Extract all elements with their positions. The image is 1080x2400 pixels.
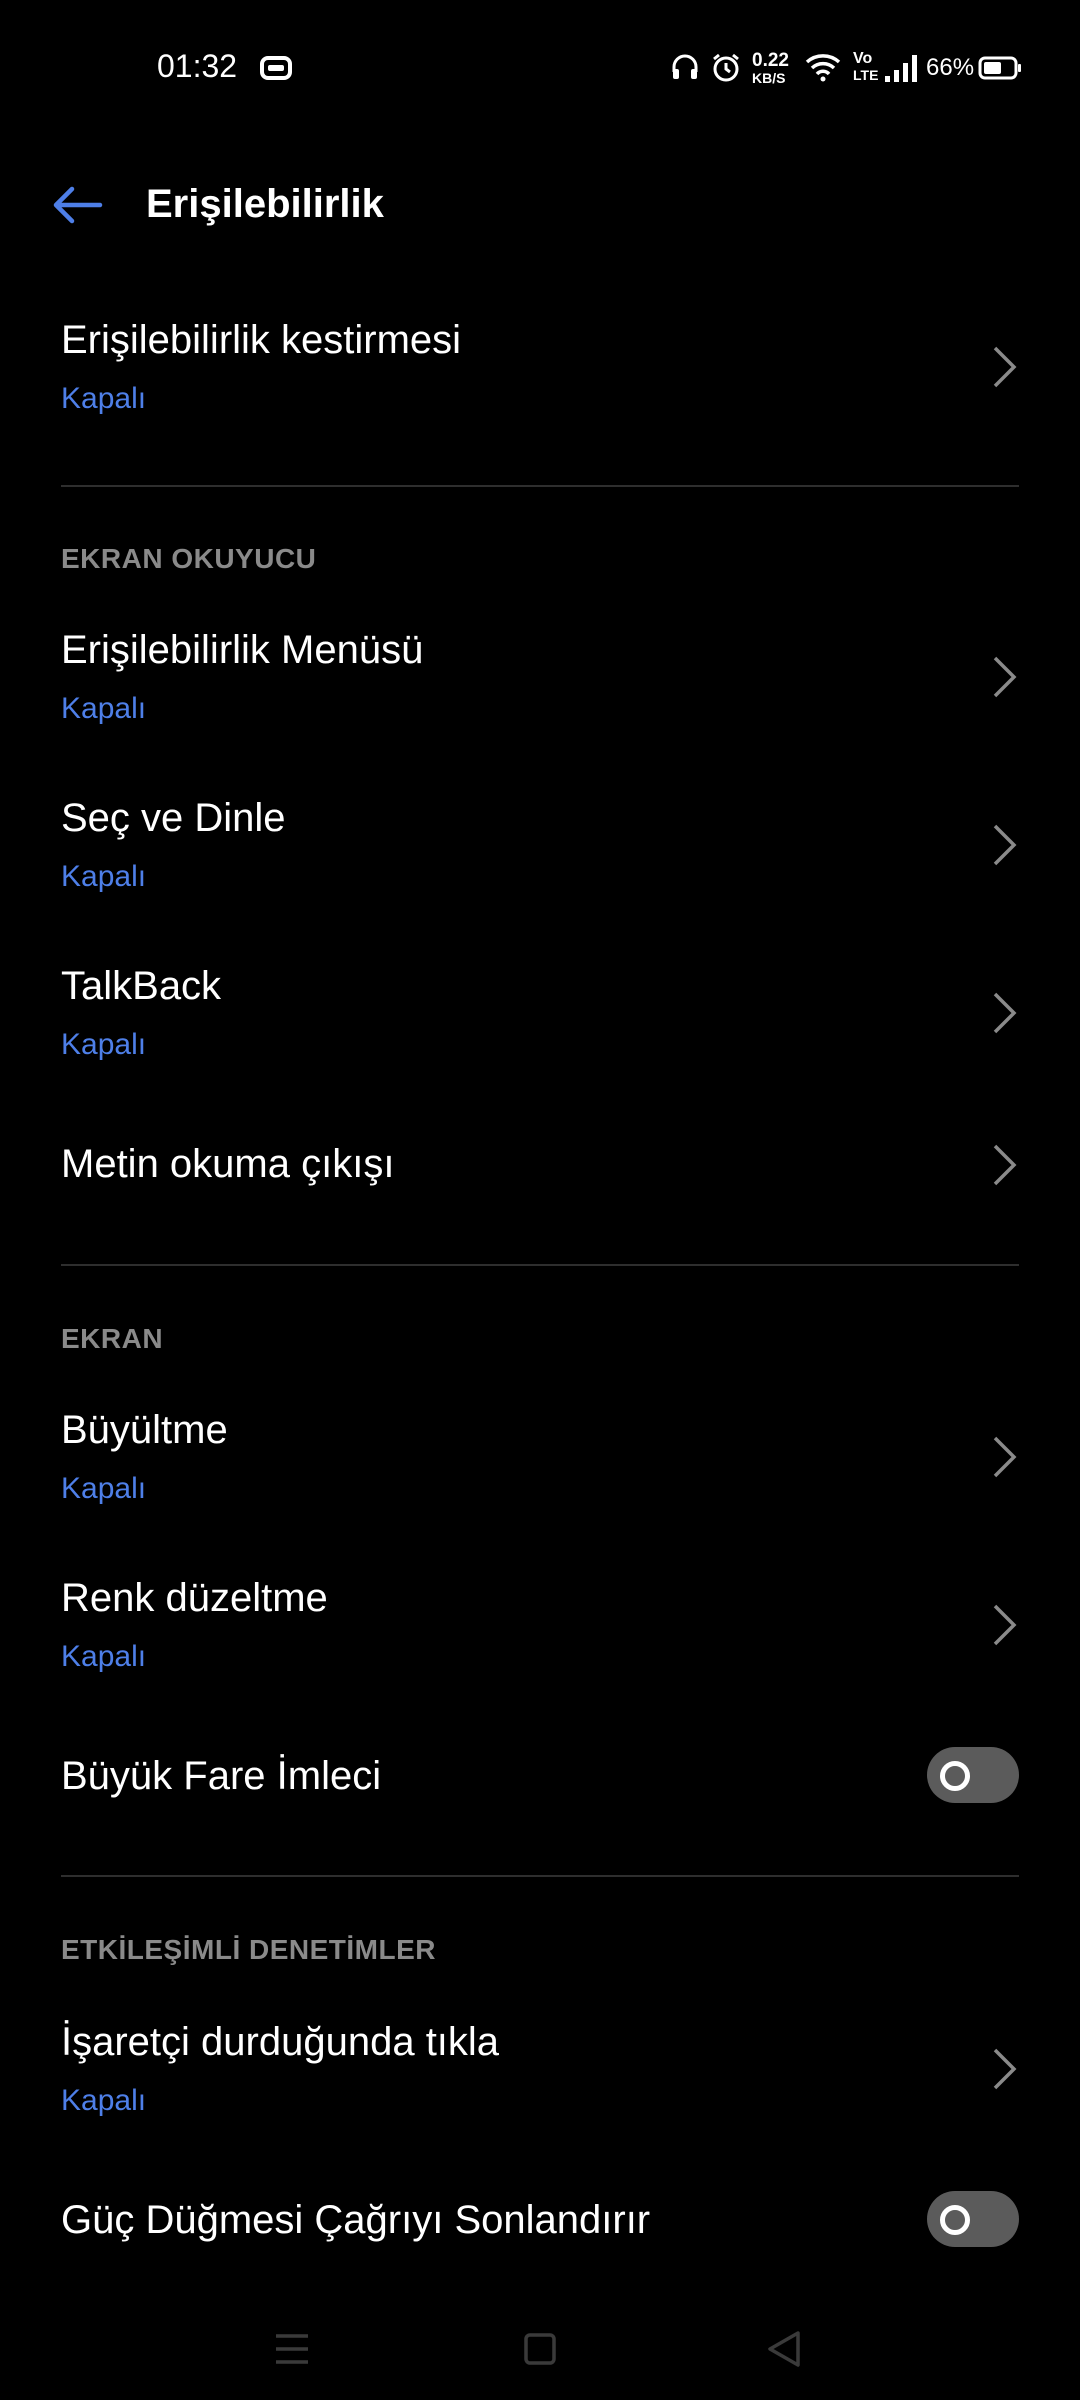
app-bar: Erişilebilirlik [0,160,1080,250]
menu-icon [276,2334,308,2364]
status-bar: 01:32 0.22 KB/S Vo LTE 66% [0,0,1080,136]
wifi-icon [805,54,841,82]
row-subtitle: Kapalı [61,1028,147,1061]
volte-bottom: LTE [853,67,879,83]
row-title: Erişilebilirlik Menüsü [61,628,424,672]
net-speed-value: 0.22 [752,50,789,71]
row-dwell-click[interactable]: İşaretçi durduğunda tıkla Kapalı [0,2002,1080,2132]
row-title: TalkBack [61,964,222,1008]
page-title: Erişilebilirlik [146,182,384,226]
navigation-bar [0,2300,1080,2400]
chevron-right-icon [993,1144,1017,1186]
section-header-interaction: ETKİLEŞİMLİ DENETİMLER [61,1934,436,1965]
row-title: Renk düzeltme [61,1576,328,1620]
row-magnification[interactable]: Büyültme Kapalı [0,1390,1080,1520]
row-subtitle: Kapalı [61,1472,147,1505]
arrow-left-icon [53,186,103,224]
game-controller-icon [260,56,292,80]
net-speed-unit: KB/S [752,70,786,86]
divider [61,485,1019,487]
toggle-knob [940,1761,970,1791]
battery-percent: 66% [926,54,975,81]
row-accessibility-shortcut[interactable]: Erişilebilirlik kestirmesi Kapalı [0,300,1080,430]
row-select-to-speak[interactable]: Seç ve Dinle Kapalı [0,778,1080,908]
large-pointer-toggle[interactable] [927,1747,1019,1803]
divider [61,1264,1019,1266]
row-title: Büyük Fare İmleci [61,1754,382,1798]
row-large-mouse-pointer[interactable]: Büyük Fare İmleci [0,1730,1080,1820]
alarm-icon [713,53,739,82]
chevron-right-icon [993,992,1017,1034]
section-header-display: EKRAN [61,1323,164,1354]
section-header-screen-reader: EKRAN OKUYUCU [61,543,317,574]
row-subtitle: Kapalı [61,1640,147,1673]
chevron-right-icon [993,824,1017,866]
chevron-right-icon [993,1436,1017,1478]
chevron-right-icon [993,2048,1017,2090]
toggle-knob [940,2205,970,2235]
row-subtitle: Kapalı [61,692,147,725]
divider [61,1875,1019,1877]
home-button[interactable] [510,2324,570,2374]
row-subtitle: Kapalı [61,382,147,415]
headphones-icon [672,54,698,79]
volte-top: Vo [853,50,873,67]
row-title: Büyültme [61,1408,228,1452]
row-subtitle: Kapalı [61,860,147,893]
row-title: Metin okuma çıkışı [61,1142,395,1186]
row-power-button-ends-call[interactable]: Güç Düğmesi Çağrıyı Sonlandırır [0,2174,1080,2264]
recents-button[interactable] [262,2324,322,2374]
home-icon [524,2333,556,2365]
row-color-correction[interactable]: Renk düzeltme Kapalı [0,1558,1080,1688]
row-title: Seç ve Dinle [61,796,286,840]
row-title: İşaretçi durduğunda tıkla [61,2020,500,2064]
back-button[interactable] [50,180,110,230]
row-accessibility-menu[interactable]: Erişilebilirlik Menüsü Kapalı [0,610,1080,740]
system-back-button[interactable] [756,2324,816,2374]
chevron-right-icon [993,656,1017,698]
row-title: Güç Düğmesi Çağrıyı Sonlandırır [61,2198,651,2242]
row-title: Erişilebilirlik kestirmesi [61,318,462,362]
power-ends-call-toggle[interactable] [927,2191,1019,2247]
back-triangle-icon [768,2331,800,2367]
signal-icon [885,55,917,82]
row-tts-output[interactable]: Metin okuma çıkışı [0,1120,1080,1210]
chevron-right-icon [993,1604,1017,1646]
status-time: 01:32 [157,48,238,84]
chevron-right-icon [993,346,1017,388]
row-subtitle: Kapalı [61,2084,147,2117]
row-talkback[interactable]: TalkBack Kapalı [0,946,1080,1076]
battery-icon [978,56,1021,80]
